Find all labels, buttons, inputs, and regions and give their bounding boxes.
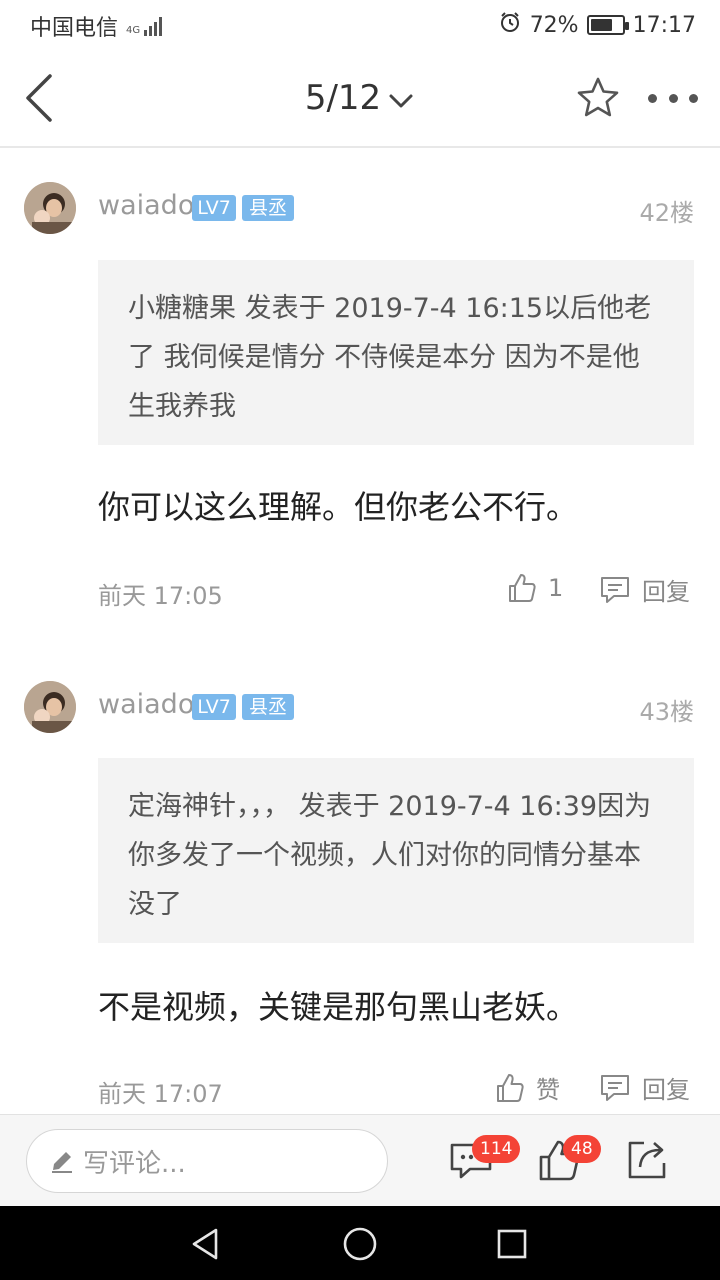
like-button[interactable]: 赞 [494,1070,560,1105]
quoted-post[interactable]: 定海神针，，， 发表于 2019-7-4 16:39因为你多发了一个视频，人们对… [98,758,694,943]
nav-recents-button[interactable] [492,1224,532,1264]
avatar[interactable] [24,182,76,234]
more-dot [648,93,657,103]
comment-input[interactable]: 写评论... [26,1129,388,1193]
like-count: 1 [548,574,564,602]
share-button[interactable] [624,1137,670,1183]
network-indicator: 4G [126,16,163,36]
circle-home-icon [343,1227,377,1261]
floor-number: 42楼 [639,199,694,227]
post-time: 前天 17:05 [98,582,223,610]
like-label: 赞 [536,1076,560,1104]
status-bar: 中国电信 4G 72% 17:17 [0,0,720,50]
status-right: 72% 17:17 [498,10,696,40]
reply-label: 回复 [642,578,690,606]
thumbs-up-icon [497,1073,524,1102]
like-button[interactable]: 1 [506,572,563,604]
star-icon [577,77,619,117]
level-badge: LV7 [192,694,236,720]
system-nav-bar [0,1206,720,1280]
square-recents-icon [497,1229,527,1259]
comment-placeholder: 写评论... [83,1148,186,1179]
title-badge: 县丞 [242,694,294,720]
pencil-icon [52,1152,72,1173]
post-content: 你可以这么理解。但你老公不行。 [98,488,579,526]
top-nav: 5/12 [0,50,720,148]
comment-icon [601,1074,629,1101]
chevron-down-icon [387,80,415,120]
post-content: 不是视频，关键是那句黑山老妖。 [98,988,579,1026]
favorite-button[interactable] [574,74,622,122]
alarm-icon [498,10,522,40]
more-dot [689,93,698,103]
username[interactable]: waiado [98,689,194,720]
page-indicator-text: 5/12 [304,78,382,118]
title-badge: 县丞 [242,195,294,221]
nav-back-button[interactable] [186,1224,226,1264]
floor-number: 43楼 [639,698,694,726]
nav-home-button[interactable] [340,1224,380,1264]
reply-button[interactable]: 回复 [598,1070,690,1105]
quoted-post[interactable]: 小糖糖果 发表于 2019-7-4 16:15以后他老了 我伺候是情分 不侍候是… [98,260,694,445]
post-time: 前天 17:07 [98,1080,223,1108]
more-dot [668,93,678,103]
clock: 17:17 [632,12,696,38]
network-type: 4G [126,25,141,36]
comment-count-badge: 114 [472,1135,521,1163]
battery-icon [586,15,629,35]
like-count-badge: 48 [563,1135,601,1163]
status-left: 中国电信 4G [30,10,163,42]
reply-label: 回复 [642,1076,690,1104]
triangle-back-icon [192,1228,218,1260]
level-badge: LV7 [192,195,236,221]
signal-icon [144,16,163,36]
thumbs-up-icon [509,574,536,602]
reply-button[interactable]: 回复 [598,572,690,607]
post-floor-43: waiado LV7 县丞 43楼 定海神针，，， 发表于 2019-7-4 1… [0,650,720,1114]
carrier-name: 中国电信 [30,16,119,41]
battery-percent: 72% [529,12,579,38]
more-button[interactable] [648,86,698,110]
username[interactable]: waiado [98,190,194,221]
post-floor-42: waiado LV7 县丞 42楼 小糖糖果 发表于 2019-7-4 16:1… [0,150,720,640]
comment-icon [601,576,629,603]
avatar[interactable] [24,681,76,733]
share-icon [628,1141,666,1179]
bottom-action-bar: 写评论... 114 48 [0,1114,720,1206]
